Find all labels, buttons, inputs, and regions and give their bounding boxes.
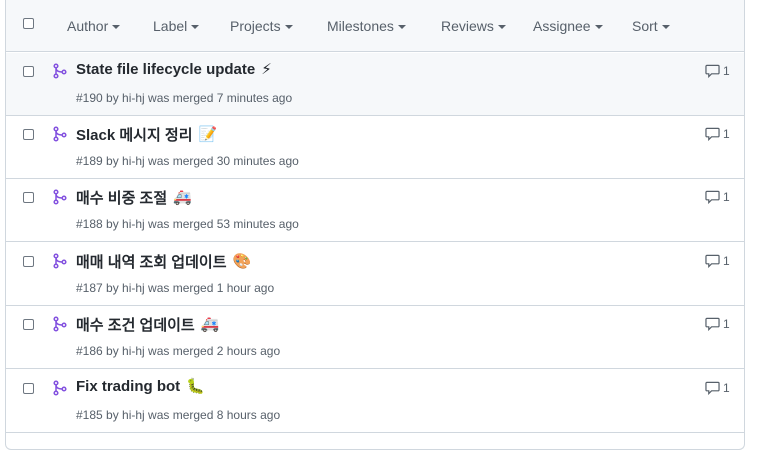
comment-count: 1 bbox=[723, 190, 730, 204]
comment-icon bbox=[705, 190, 720, 204]
pr-title-text: Slack 메시지 정리 bbox=[76, 127, 193, 144]
pr-meta: #185 by hi-hj was merged 8 hours ago bbox=[76, 408, 281, 422]
pr-meta: #190 by hi-hj was merged 7 minutes ago bbox=[76, 91, 293, 105]
comment-icon bbox=[705, 317, 720, 331]
caret-down-icon bbox=[397, 25, 406, 29]
ambulance-emoji: 🚑 bbox=[200, 316, 220, 333]
merged-pr-icon bbox=[53, 316, 67, 332]
comment-count-link[interactable]: 1 bbox=[705, 254, 730, 268]
pull-request-row[interactable]: 매매 내역 조회 업데이트 🎨 #187 by hi-hj was merged… bbox=[6, 243, 744, 306]
pr-meta: #187 by hi-hj was merged 1 hour ago bbox=[76, 281, 275, 295]
pr-meta: #188 by hi-hj was merged 53 minutes ago bbox=[76, 217, 299, 231]
pr-meta: #186 by hi-hj was merged 2 hours ago bbox=[76, 344, 281, 358]
list-header: Author Label Projects Milestones Reviews… bbox=[6, 0, 744, 52]
assignee-filter[interactable]: Assignee bbox=[533, 18, 603, 34]
pr-title-link[interactable]: 매수 비중 조절 🚑 bbox=[76, 187, 192, 208]
milestones-filter[interactable]: Milestones bbox=[327, 18, 406, 34]
comment-count: 1 bbox=[723, 254, 730, 268]
label-filter[interactable]: Label bbox=[153, 18, 200, 34]
pr-title-text: 매수 비중 조절 bbox=[76, 190, 168, 207]
caret-down-icon bbox=[284, 25, 293, 29]
row-checkbox[interactable] bbox=[23, 66, 34, 77]
pull-request-row[interactable]: 매수 조건 업데이트 🚑 #186 by hi-hj was merged 2 … bbox=[6, 306, 744, 369]
merged-pr-icon bbox=[53, 253, 67, 269]
caret-down-icon bbox=[112, 25, 121, 29]
pr-title-text: 매매 내역 조회 업데이트 bbox=[76, 254, 227, 271]
pr-title-text: 매수 조건 업데이트 bbox=[76, 317, 195, 334]
row-checkbox[interactable] bbox=[23, 129, 34, 140]
reviews-filter[interactable]: Reviews bbox=[441, 18, 506, 34]
pull-request-row[interactable]: State file lifecycle update ⚡ #190 by hi… bbox=[6, 53, 744, 116]
comment-count-link[interactable]: 1 bbox=[705, 64, 730, 78]
caret-down-icon bbox=[594, 25, 603, 29]
reviews-filter-label: Reviews bbox=[441, 18, 494, 34]
row-checkbox[interactable] bbox=[23, 192, 34, 203]
author-filter[interactable]: Author bbox=[67, 18, 121, 34]
caret-down-icon bbox=[191, 25, 200, 29]
comment-icon bbox=[705, 127, 720, 141]
pr-title-text: Fix trading bot bbox=[76, 378, 181, 395]
caret-down-icon bbox=[497, 25, 506, 29]
pr-title-link[interactable]: Fix trading bot 🐛 bbox=[76, 378, 205, 395]
label-filter-label: Label bbox=[153, 18, 188, 34]
comment-count: 1 bbox=[723, 64, 730, 78]
pull-request-list: Author Label Projects Milestones Reviews… bbox=[5, 0, 745, 450]
merged-pr-icon bbox=[53, 189, 67, 205]
palette-emoji: 🎨 bbox=[232, 253, 252, 270]
comment-icon bbox=[705, 381, 720, 395]
pull-request-row[interactable]: Slack 메시지 정리 📝 #189 by hi-hj was merged … bbox=[6, 116, 744, 179]
row-checkbox[interactable] bbox=[23, 256, 34, 267]
pr-title-text: State file lifecycle update bbox=[76, 61, 256, 78]
pr-title-link[interactable]: 매매 내역 조회 업데이트 🎨 bbox=[76, 251, 251, 272]
comment-count-link[interactable]: 1 bbox=[705, 190, 730, 204]
pull-request-row[interactable]: Fix trading bot 🐛 #185 by hi-hj was merg… bbox=[6, 370, 744, 433]
pr-meta: #189 by hi-hj was merged 30 minutes ago bbox=[76, 154, 299, 168]
projects-filter-label: Projects bbox=[230, 18, 281, 34]
sort-filter-label: Sort bbox=[632, 18, 658, 34]
caret-down-icon bbox=[661, 25, 670, 29]
comment-count-link[interactable]: 1 bbox=[705, 381, 730, 395]
comment-count: 1 bbox=[723, 381, 730, 395]
select-all-checkbox[interactable] bbox=[23, 18, 34, 29]
merged-pr-icon bbox=[53, 380, 67, 396]
ambulance-emoji: 🚑 bbox=[173, 189, 192, 206]
comment-icon bbox=[705, 64, 720, 78]
comment-count-link[interactable]: 1 bbox=[705, 127, 730, 141]
merged-pr-icon bbox=[53, 63, 67, 79]
author-filter-label: Author bbox=[67, 18, 109, 34]
pr-title-link[interactable]: State file lifecycle update ⚡ bbox=[76, 61, 272, 78]
milestones-filter-label: Milestones bbox=[327, 18, 394, 34]
comment-icon bbox=[705, 254, 720, 268]
pr-title-link[interactable]: 매수 조건 업데이트 🚑 bbox=[76, 314, 219, 335]
row-checkbox[interactable] bbox=[23, 383, 34, 394]
pr-title-link[interactable]: Slack 메시지 정리 📝 bbox=[76, 124, 217, 145]
assignee-filter-label: Assignee bbox=[533, 18, 591, 34]
comment-count: 1 bbox=[723, 127, 730, 141]
sort-filter[interactable]: Sort bbox=[632, 18, 670, 34]
pull-request-row[interactable]: 매수 비중 조절 🚑 #188 by hi-hj was merged 53 m… bbox=[6, 179, 744, 242]
comment-count-link[interactable]: 1 bbox=[705, 317, 730, 331]
zap-emoji: ⚡ bbox=[261, 61, 272, 78]
projects-filter[interactable]: Projects bbox=[230, 18, 293, 34]
comment-count: 1 bbox=[723, 317, 730, 331]
merged-pr-icon bbox=[53, 126, 67, 142]
bug-emoji: 🐛 bbox=[186, 378, 205, 395]
memo-emoji: 📝 bbox=[198, 126, 218, 143]
row-checkbox[interactable] bbox=[23, 319, 34, 330]
